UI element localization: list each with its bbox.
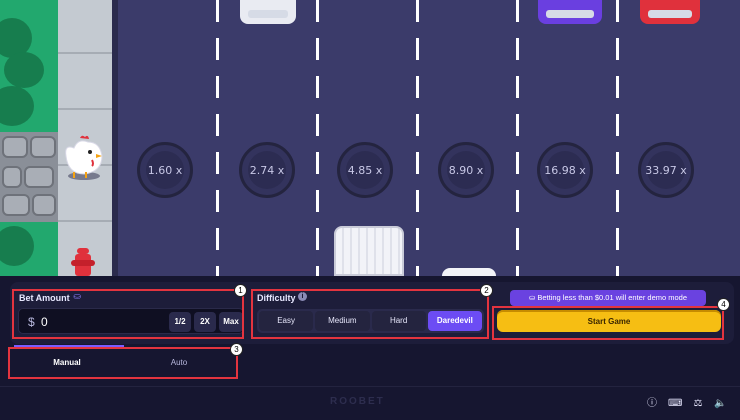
annotation-marker-1: 1 [234,284,247,297]
road [118,0,740,276]
annotation-box-2 [251,289,489,339]
multiplier-label: 16.98 x [544,163,586,177]
lane-divider [616,0,619,276]
multiplier-label: 2.74 x [249,163,285,177]
stone [24,166,54,188]
info-icon[interactable]: ⓘ [646,398,658,410]
brand-logo: ROOBET [330,396,385,407]
lane-divider [316,0,319,276]
multiplier-label: 8.90 x [448,163,484,177]
multiplier-label: 4.85 x [347,163,383,177]
truck [334,226,404,276]
annotation-marker-4: 4 [717,298,730,311]
truck [442,268,496,276]
lane-multiplier-4[interactable]: 8.90 x [438,142,494,198]
demo-mode-text: Betting less than $0.01 will enter demo … [537,293,688,302]
stone [30,136,56,158]
car-purple [538,0,602,24]
multiplier-label: 1.60 x [147,163,183,177]
speaker-icon[interactable]: 🔈 [714,398,726,410]
balance-scale-icon[interactable]: ⚖ [692,398,704,410]
game-root: 1.60 x 2.74 x 4.85 x 8.90 x 16.98 x 33.9… [0,0,740,420]
annotation-box-3 [8,347,238,379]
demo-mode-notice: ⛀ Betting less than $0.01 will enter dem… [510,290,706,306]
stone [32,194,56,216]
lane-multiplier-6[interactable]: 33.97 x [638,142,694,198]
lane-multiplier-1[interactable]: 1.60 x [137,142,193,198]
stone [2,136,28,158]
game-scene: 1.60 x 2.74 x 4.85 x 8.90 x 16.98 x 33.9… [0,0,740,276]
annotation-marker-2: 2 [480,284,493,297]
keyboard-icon[interactable]: ⌨ [668,398,682,410]
fire-hydrant-icon [71,248,95,276]
multiplier-label: 33.97 x [645,163,687,177]
stone [2,194,30,216]
car-red [640,0,700,24]
lane-divider [416,0,419,276]
lane-multiplier-3[interactable]: 4.85 x [337,142,393,198]
lane-divider [216,0,219,276]
car-white [240,0,296,24]
chicken-icon [65,135,103,180]
lane-multiplier-5[interactable]: 16.98 x [537,142,593,198]
stone-wall [0,132,58,222]
annotation-box-1 [12,289,244,339]
annotation-box-4 [492,306,724,340]
bush [4,52,44,88]
lane-multiplier-2[interactable]: 2.74 x [239,142,295,198]
annotation-marker-3: 3 [230,343,243,356]
lane-divider [516,0,519,276]
stone [2,166,22,188]
